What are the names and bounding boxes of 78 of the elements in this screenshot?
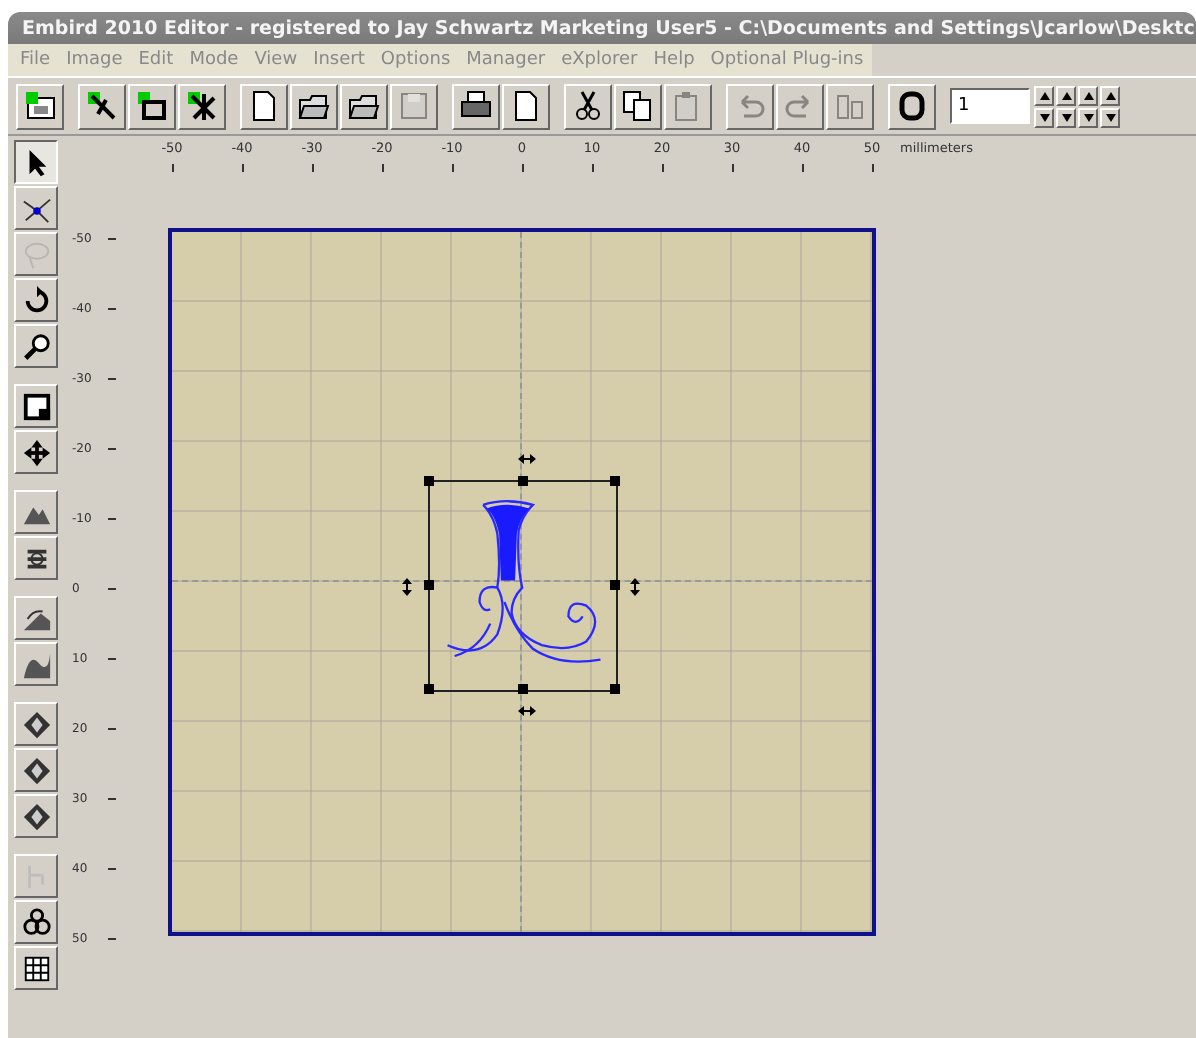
toolbar-button[interactable] — [564, 83, 612, 129]
node-edit-icon — [21, 193, 51, 223]
resize-handle[interactable] — [517, 476, 527, 486]
number-field[interactable]: 1 — [950, 88, 1030, 124]
wand-icon — [86, 90, 118, 122]
scissors-icon — [572, 90, 604, 122]
frame-icon — [24, 90, 56, 122]
page-icon — [248, 90, 280, 122]
down-triangle-icon — [1083, 113, 1093, 121]
grid-icon — [21, 953, 51, 983]
toolbar-button[interactable] — [240, 83, 288, 129]
resize-handle[interactable] — [610, 580, 620, 590]
split-icon — [834, 90, 866, 122]
down-triangle-icon — [1061, 113, 1071, 121]
spin-button[interactable] — [1100, 107, 1120, 127]
vertical-arrows-icon[interactable] — [630, 578, 640, 596]
vertical-arrows-icon[interactable] — [402, 578, 412, 596]
spin-button[interactable] — [1100, 85, 1120, 105]
magnifier-icon — [21, 331, 51, 361]
window-title: Embird 2010 Editor - registered to Jay Schwartz Marketing User5 - C:\Documents and Settings\Jcarlow\Desktc — [22, 17, 1195, 39]
menu-item[interactable]: Manager — [458, 50, 554, 70]
menu-item[interactable]: View — [246, 50, 306, 70]
down-triangle-icon — [1039, 113, 1049, 121]
menu-item[interactable]: Options — [372, 50, 459, 70]
lasso-icon — [21, 239, 51, 269]
resize-handle[interactable] — [424, 476, 434, 486]
up-triangle-icon — [1105, 91, 1115, 99]
menu-item[interactable]: Edit — [130, 50, 182, 70]
resize-handle[interactable] — [517, 684, 527, 694]
copy-icon — [622, 90, 654, 122]
hoop-icon — [136, 90, 168, 122]
toolbar-button[interactable] — [340, 83, 388, 129]
rotate-icon — [21, 285, 51, 315]
up-triangle-icon — [1039, 91, 1049, 99]
menu-item[interactable]: Help — [645, 50, 703, 70]
up-triangle-icon — [1083, 91, 1093, 99]
spin-button[interactable] — [1056, 107, 1076, 127]
wand-cross-icon — [186, 90, 218, 122]
spin-button[interactable] — [1056, 85, 1076, 105]
up-triangle-icon — [1061, 91, 1071, 99]
ring-icon — [896, 90, 928, 122]
resize-handle[interactable] — [610, 476, 620, 486]
menu-item[interactable]: eXplorer — [553, 50, 646, 70]
diamond-arrows-icon — [21, 709, 51, 739]
toolbar-button[interactable] — [178, 83, 226, 129]
tool-button[interactable] — [14, 140, 58, 184]
spin-button[interactable] — [1078, 85, 1098, 105]
diamond-arrows-icon — [21, 801, 51, 831]
resize-handle[interactable] — [424, 580, 434, 590]
menu-item[interactable]: File — [12, 50, 59, 70]
horizontal-arrows-icon[interactable] — [518, 454, 536, 464]
spin-button[interactable] — [1078, 107, 1098, 127]
printer-icon — [460, 90, 492, 122]
toolbar-button[interactable] — [502, 83, 550, 129]
menu-item[interactable]: Image — [58, 50, 131, 70]
toolbar-button[interactable] — [452, 83, 500, 129]
spin-button[interactable] — [1034, 107, 1054, 127]
page-icon — [510, 90, 542, 122]
resize-handle[interactable] — [424, 684, 434, 694]
crop-frame-icon — [21, 391, 51, 421]
horizontal-arrows-icon[interactable] — [518, 706, 536, 716]
toolbar-button[interactable] — [16, 83, 64, 129]
circles-icon — [21, 907, 51, 937]
toolbar-button[interactable] — [614, 83, 662, 129]
folder-icon — [298, 90, 330, 122]
menu-item[interactable]: Optional Plug-ins — [702, 50, 872, 70]
toolbar-button[interactable] — [290, 83, 338, 129]
toolbar-button[interactable] — [888, 83, 936, 129]
folder-icon — [348, 90, 380, 122]
menu-item[interactable]: Mode — [181, 50, 247, 70]
diamond-arrows-icon — [21, 755, 51, 785]
menu-item[interactable]: Insert — [305, 50, 373, 70]
down-triangle-icon — [1105, 113, 1115, 121]
toolbar-button[interactable] — [78, 83, 126, 129]
resize-handle[interactable] — [610, 684, 620, 694]
move-arrows-icon — [21, 437, 51, 467]
spin-button[interactable] — [1034, 85, 1054, 105]
toolbar-button[interactable] — [128, 83, 176, 129]
